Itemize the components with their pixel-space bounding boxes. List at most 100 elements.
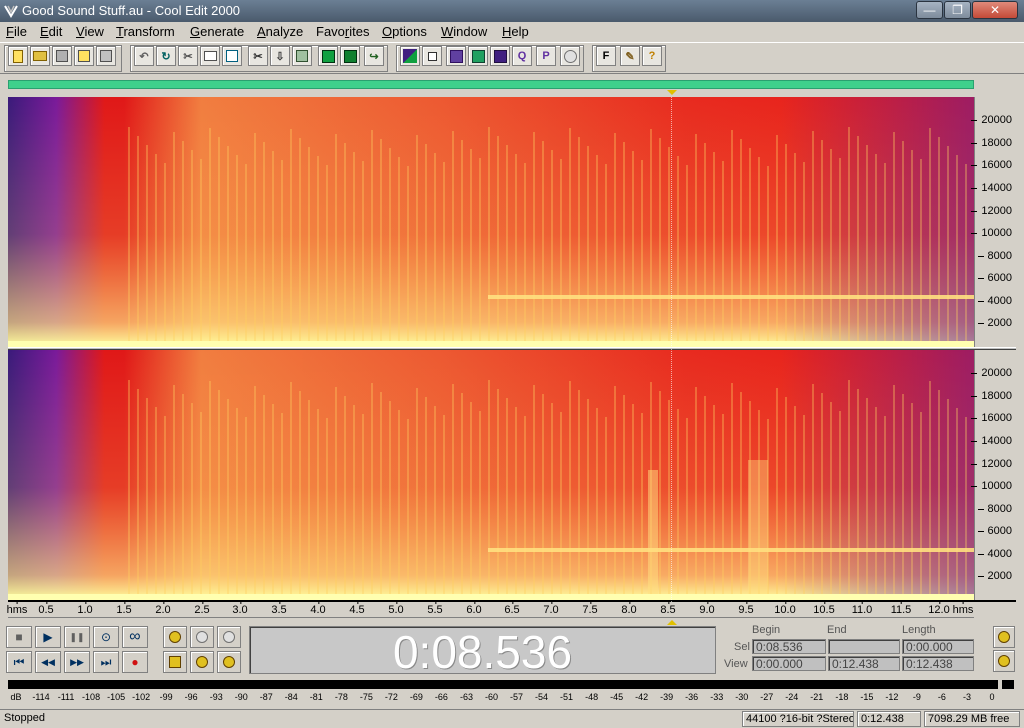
menu-file[interactable]: File [6,24,27,39]
cd-button[interactable] [560,46,580,66]
pause-button[interactable]: ❚❚ [64,626,90,648]
help-button[interactable]: ? [642,46,662,66]
spectral-streak [290,382,292,600]
save-selection-button[interactable] [74,46,94,66]
rewind-icon: ◀◀ [41,656,55,667]
loop-icon: ↪ [369,50,379,63]
level-meter: dB -114 -111 -108 -105 -102 -99 -96 -93 -90 -87 -84… [6,678,1016,705]
grid-c-icon [493,49,507,63]
zoom-out-button[interactable] [190,626,214,648]
level-meter-label: -33 [710,692,724,702]
menu-analyze[interactable]: Analyze [257,24,303,39]
freq-tick: 2000 [977,317,1012,329]
save-all-button[interactable] [96,46,116,66]
spectral-streak [857,136,859,347]
status-format[interactable]: 44100 ?16-bit ?Stereo [742,711,854,727]
menu-generate[interactable]: Generate [190,24,244,39]
spectral-streak [461,393,463,600]
menu-favorites[interactable]: Favorites [316,24,369,39]
zoom-out-vertical-button[interactable] [993,626,1015,648]
spectral-streak [542,394,544,600]
loop-play-button[interactable]: ∞ [122,626,148,648]
playback-cursor[interactable] [671,97,672,602]
snap-button[interactable] [318,46,338,66]
spectral-button[interactable] [340,46,360,66]
menu-options[interactable]: Options [382,24,427,39]
go-to-start-button[interactable]: ⏮ [6,651,32,673]
close-button[interactable]: ✕ [972,1,1018,19]
sel-length-field[interactable]: 0:00.000 [902,639,974,654]
ruler-tick: 10.0 [774,601,796,616]
zoom-left-button[interactable] [190,651,214,673]
paste-button[interactable] [292,46,312,66]
zoom-full-button[interactable] [217,626,241,648]
menu-view[interactable]: View [76,24,104,39]
cut-button[interactable]: ✂ [178,46,198,66]
freq-tick: 12000 [971,205,1012,217]
right-channel-spectrum [8,350,974,600]
new-file-button[interactable] [8,46,28,66]
script-button[interactable]: ✎ [620,46,640,66]
menu-window[interactable]: Window [441,24,487,39]
left-channel-spectrogram[interactable] [8,97,974,347]
q-button[interactable]: Q [512,46,532,66]
rewind-button[interactable]: ◀◀ [35,651,61,673]
restore-button[interactable]: ❐ [944,1,971,19]
minimize-button[interactable]: — [916,1,943,19]
f-button[interactable]: F [596,46,616,66]
checkbox-button[interactable] [422,46,442,66]
sel-begin-field[interactable]: 0:08.536 [752,639,826,654]
spectral-streak [398,410,400,600]
mix-paste-button[interactable]: ⇩ [270,46,290,66]
ruler-tick: 3.5 [271,601,287,616]
p-button[interactable]: P [536,46,556,66]
copy-button[interactable] [200,46,220,66]
view-begin-field[interactable]: 0:00.000 [752,656,826,671]
loop-button[interactable]: ↪ [364,46,384,66]
open-file-button[interactable] [30,46,50,66]
save-button[interactable] [52,46,72,66]
stop-button[interactable]: ■ [6,626,32,648]
grid-b-button[interactable] [468,46,488,66]
time-ruler[interactable]: hms 0.5 1.0 1.5 2.0 2.5 3.0 3.5 4.0 4.5 … [7,601,974,618]
scissors-button[interactable]: ✂ [248,46,268,66]
undo-button[interactable]: ↶ [134,46,154,66]
zoom-selection-button[interactable] [163,651,187,673]
grid-a-button[interactable] [446,46,466,66]
spectral-streak [875,407,877,600]
overview-bar[interactable] [8,80,974,89]
spectral-streak [569,381,571,600]
play-button[interactable]: ▶ [35,626,61,648]
zoom-in-button[interactable] [163,626,187,648]
menu-transform[interactable]: Transform [116,24,175,39]
copy-icon [203,51,217,61]
grid-c-button[interactable] [490,46,510,66]
spectral-streak [443,162,445,347]
copy-new-button[interactable] [222,46,242,66]
sel-end-field[interactable] [828,639,900,654]
spectral-streak [785,397,787,600]
spectral-streak [254,133,256,347]
go-to-end-button[interactable]: ⏭ [93,651,119,673]
zoom-in-vertical-button[interactable] [993,650,1015,672]
view-end-field[interactable]: 0:12.438 [828,656,900,671]
waveform-view-button[interactable] [400,46,420,66]
spectral-streak [389,148,391,347]
play-to-end-button[interactable]: ⊙ [93,626,119,648]
spectral-view[interactable]: 20000 18000 16000 14000 12000 10000 8000… [8,97,1016,602]
zoom-right-button[interactable] [217,651,241,673]
right-channel-spectrogram[interactable] [8,350,974,600]
f-icon: F [602,50,610,62]
menu-help[interactable]: Help [502,24,529,39]
menu-edit[interactable]: Edit [40,24,62,39]
spectral-streak [209,128,211,347]
spectral-streak [434,406,436,600]
view-length-field[interactable]: 0:12.438 [902,656,974,671]
repeat-button[interactable]: ↻ [156,46,176,66]
p-icon: P [542,50,550,62]
overview-cursor-marker [667,90,677,95]
fast-forward-button[interactable]: ▶▶ [64,651,90,673]
record-button[interactable]: ● [122,651,148,673]
spectral-streak [587,146,589,347]
ruler-tick: 10.5 [813,601,835,616]
